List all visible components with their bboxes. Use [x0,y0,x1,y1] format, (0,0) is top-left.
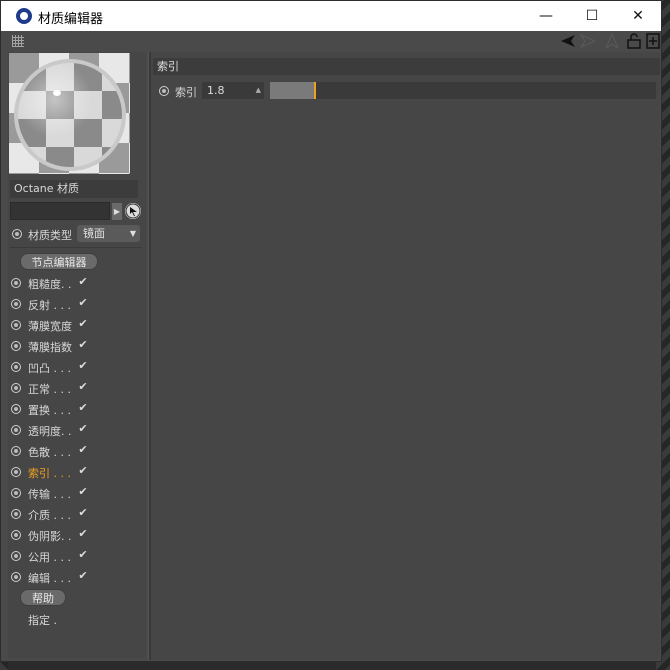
attribute-pane [151,52,660,660]
channel-radio[interactable] [11,278,21,288]
material-preview[interactable] [9,53,130,174]
preview-sphere [14,59,126,171]
index-value: 1.8 [207,84,225,97]
preview-highlight [53,90,61,96]
channel-item[interactable]: 反射 . . . ✔ [10,295,145,313]
channel-item[interactable]: 薄膜宽度 ✔ [10,316,145,334]
channel-radio[interactable] [11,530,21,540]
material-type-value: 镜面 [83,227,105,240]
channel-label: 索引 . . . [28,467,71,480]
channel-radio[interactable] [11,362,21,372]
channel-label: 置换 . . . [28,404,71,417]
channel-label: 介质 . . . [28,509,71,522]
channel-radio[interactable] [11,446,21,456]
arrow-left-icon[interactable] [560,33,576,49]
index-param-label: 索引 [175,86,197,99]
channel-checkbox[interactable]: ✔ [77,507,89,519]
channel-item[interactable]: 凹凸 . . . ✔ [10,358,145,376]
channel-checkbox[interactable]: ✔ [77,276,89,288]
help-button[interactable]: 帮助 [20,589,66,606]
channel-checkbox[interactable]: ✔ [77,444,89,456]
cinema4d-app-icon [16,8,32,24]
channel-checkbox[interactable]: ✔ [77,423,89,435]
channel-label: 色散 . . . [28,446,71,459]
channel-item[interactable]: 介质 . . . ✔ [10,505,145,523]
channel-radio[interactable] [11,488,21,498]
spinner-icon[interactable]: ▲ [256,82,261,99]
channel-label: 反射 . . . [28,299,71,312]
channel-label: 公用 . . . [28,551,71,564]
channel-checkbox[interactable]: ✔ [77,402,89,414]
section-header: 索引 [153,58,660,75]
channel-item[interactable]: 伪阴影. . ✔ [10,526,145,544]
channel-item[interactable]: 索引 . . . ✔ [10,463,145,481]
chevron-down-icon: ▼ [129,229,136,238]
channel-label: 透明度. . [28,425,72,438]
material-type-select[interactable]: 镜面 ▼ [77,225,140,242]
channel-label: 正常 . . . [28,383,71,396]
material-type-radio[interactable] [12,229,22,239]
channel-checkbox[interactable]: ✔ [77,381,89,393]
channel-radio[interactable] [11,572,21,582]
index-value-input[interactable]: 1.8 ▲ [202,82,264,99]
channel-radio[interactable] [11,425,21,435]
channel-radio[interactable] [11,467,21,477]
channel-checkbox[interactable]: ✔ [77,549,89,561]
channel-radio[interactable] [11,551,21,561]
channel-checkbox[interactable]: ✔ [77,360,89,372]
channel-checkbox[interactable]: ✔ [77,465,89,477]
node-editor-button[interactable]: 节点编辑器 [20,253,98,270]
up-arrow-icon[interactable] [604,32,620,50]
link-arrow-button[interactable]: ▶ [112,203,122,220]
channel-item[interactable]: 置换 . . . ✔ [10,400,145,418]
channel-item[interactable]: 粗糙度. . ✔ [10,274,145,292]
index-param-radio[interactable] [159,86,169,96]
channel-checkbox[interactable]: ✔ [77,318,89,330]
channel-label: 编辑 . . . [28,572,71,585]
minimize-button[interactable]: — [523,1,569,31]
index-slider[interactable] [270,82,656,99]
channel-label: 凹凸 . . . [28,362,71,375]
channel-item[interactable]: 编辑 . . . ✔ [10,568,145,586]
lock-icon[interactable] [626,33,642,49]
channel-radio[interactable] [11,404,21,414]
channel-item[interactable]: 正常 . . . ✔ [10,379,145,397]
channel-checkbox[interactable]: ✔ [77,486,89,498]
slider-fill [270,82,314,99]
channel-checkbox[interactable]: ✔ [77,528,89,540]
material-name[interactable]: Octane 材质 [10,180,138,198]
channel-radio[interactable] [11,320,21,330]
arrow-right-icon[interactable] [579,33,597,49]
title-bar[interactable]: 材质编辑器 — ☐ ✕ [1,1,661,31]
channel-label: 伪阴影. . [28,530,72,543]
channel-label: 传输 . . . [28,488,71,501]
maximize-button[interactable]: ☐ [569,1,615,31]
channel-label: 薄膜宽度 [28,320,72,333]
assign-label: 指定 . [28,614,57,627]
channel-item[interactable]: 色散 . . . ✔ [10,442,145,460]
material-link-field[interactable] [10,202,110,220]
channel-checkbox[interactable]: ✔ [77,570,89,582]
channel-radio[interactable] [11,383,21,393]
new-window-icon[interactable] [645,33,661,49]
channel-radio[interactable] [11,341,21,351]
channel-item[interactable]: 薄膜指数 ✔ [10,337,145,355]
channel-item[interactable]: 传输 . . . ✔ [10,484,145,502]
picker-cursor-icon[interactable] [125,203,141,219]
channel-radio[interactable] [11,299,21,309]
grid-grip-icon[interactable] [12,35,24,47]
separator [10,247,142,248]
channel-label: 粗糙度. . [28,278,72,291]
channel-label: 薄膜指数 [28,341,72,354]
slider-handle[interactable] [314,82,316,99]
close-button[interactable]: ✕ [615,1,661,31]
channel-item[interactable]: 透明度. . ✔ [10,421,145,439]
channel-checkbox[interactable]: ✔ [77,297,89,309]
window-title: 材质编辑器 [38,12,104,27]
channel-checkbox[interactable]: ✔ [77,339,89,351]
channel-item[interactable]: 公用 . . . ✔ [10,547,145,565]
material-type-label: 材质类型 [28,229,72,242]
channel-radio[interactable] [11,509,21,519]
